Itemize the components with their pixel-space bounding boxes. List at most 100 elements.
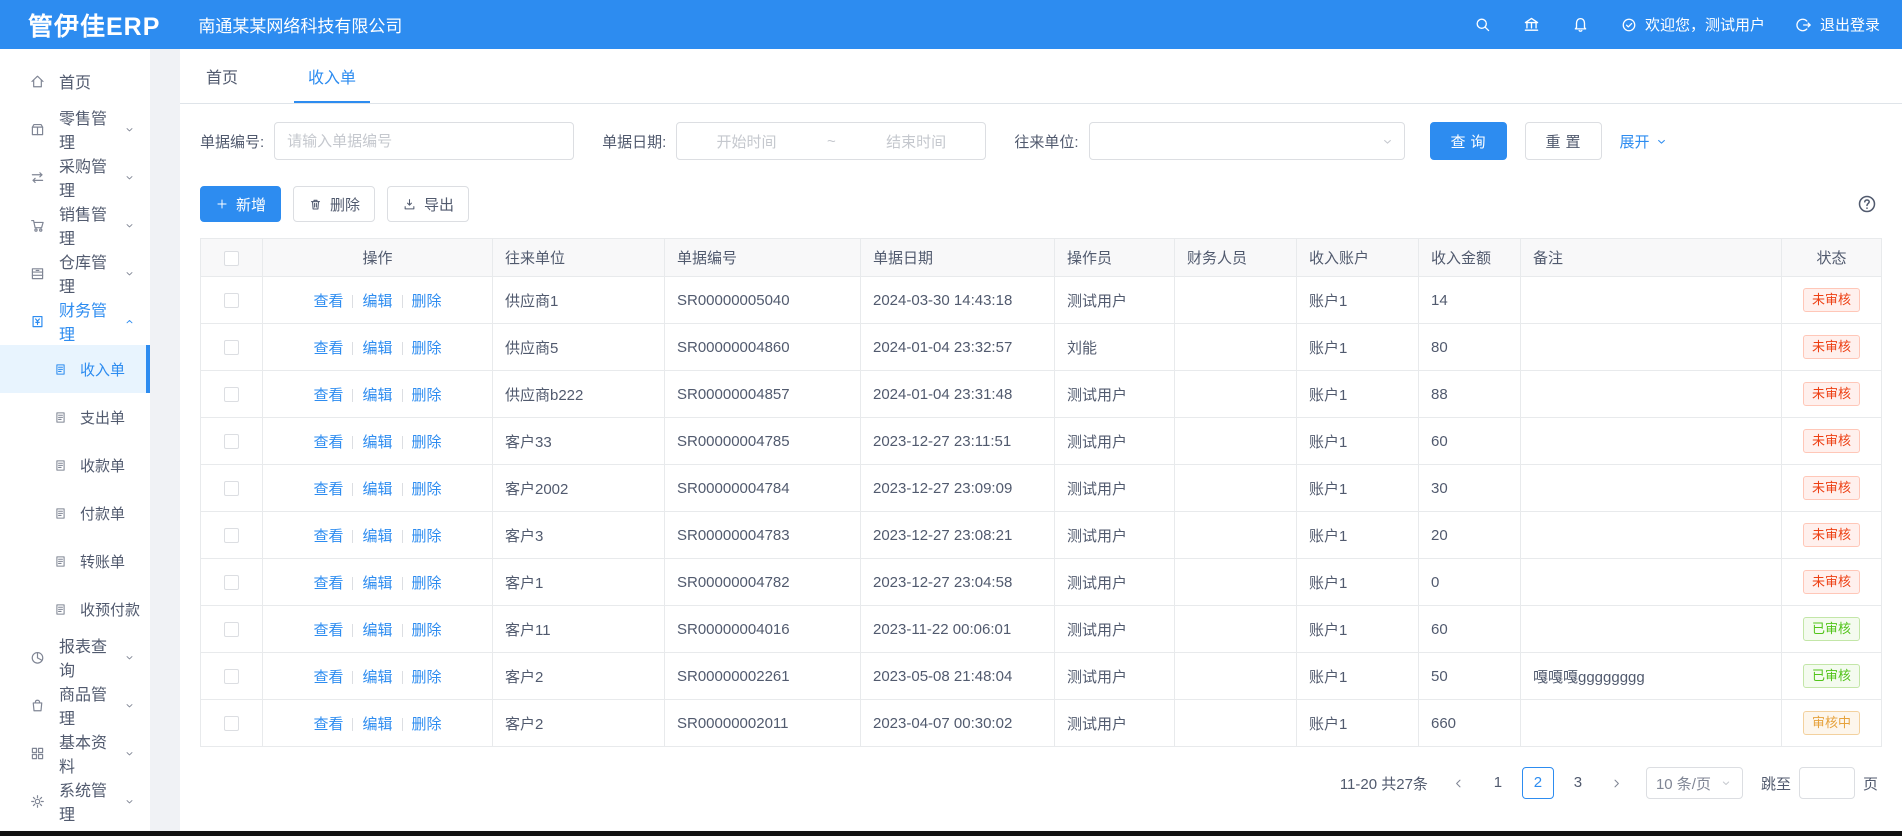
row-checkbox[interactable] — [224, 434, 239, 449]
row-checkbox[interactable] — [224, 528, 239, 543]
search-icon[interactable] — [1473, 15, 1492, 34]
row-action-view[interactable]: 查看 — [313, 669, 343, 686]
sidebar-item-商品管理[interactable]: 商品管理 — [0, 681, 150, 729]
row-action-edit[interactable]: 编辑 — [362, 387, 392, 404]
row-action-view[interactable]: 查看 — [313, 622, 343, 639]
row-checkbox[interactable] — [224, 481, 239, 496]
row-action-view[interactable]: 查看 — [313, 575, 343, 592]
sidebar-subitem-收预付款[interactable]: 收预付款 — [0, 585, 150, 633]
row-action-view[interactable]: 查看 — [313, 434, 343, 451]
retail-icon — [29, 121, 46, 138]
cell-status: 未审核 — [1782, 512, 1882, 559]
row-action-edit[interactable]: 编辑 — [362, 528, 392, 545]
action-separator — [402, 718, 403, 731]
sidebar-item-采购管理[interactable]: 采购管理 — [0, 153, 150, 201]
delete-button[interactable]: 删除 — [293, 186, 375, 222]
row-checkbox[interactable] — [224, 669, 239, 684]
row-checkbox[interactable] — [224, 340, 239, 355]
action-separator — [352, 436, 353, 449]
add-button[interactable]: 新增 — [200, 186, 281, 222]
row-action-delete[interactable]: 删除 — [412, 575, 442, 592]
tab-income-receipt[interactable]: 收入单 — [298, 64, 366, 103]
partner-select[interactable] — [1089, 122, 1405, 160]
sidebar-subitem-付款单[interactable]: 付款单 — [0, 489, 150, 537]
cell-finance_staff — [1175, 700, 1297, 747]
page-button-3[interactable]: 3 — [1562, 767, 1594, 799]
sidebar-subitem-转账单[interactable]: 转账单 — [0, 537, 150, 585]
cell-bill_no: SR00000004016 — [665, 606, 861, 653]
row-action-view[interactable]: 查看 — [313, 716, 343, 733]
row-checkbox[interactable] — [224, 293, 239, 308]
select-all-checkbox[interactable] — [224, 251, 239, 266]
add-label: 新增 — [236, 194, 266, 215]
row-action-delete[interactable]: 删除 — [412, 622, 442, 639]
logout-button[interactable]: 退出登录 — [1795, 14, 1880, 35]
row-action-delete[interactable]: 删除 — [412, 528, 442, 545]
row-action-delete[interactable]: 删除 — [412, 716, 442, 733]
cell-bill_date: 2023-12-27 23:08:21 — [861, 512, 1055, 559]
sidebar-item-基本资料[interactable]: 基本资料 — [0, 729, 150, 777]
row-action-view[interactable]: 查看 — [313, 340, 343, 357]
export-button[interactable]: 导出 — [387, 186, 469, 222]
date-range-picker[interactable]: 开始时间 ~ 结束时间 — [676, 122, 986, 160]
row-action-edit[interactable]: 编辑 — [362, 716, 392, 733]
sidebar-subitem-label: 转账单 — [80, 551, 125, 572]
sidebar-item-label: 首页 — [59, 69, 91, 93]
tab-home[interactable]: 首页 — [196, 64, 248, 103]
action-separator — [352, 483, 353, 496]
sidebar-item-首页[interactable]: 首页 — [0, 57, 150, 105]
prev-page-button[interactable] — [1444, 767, 1474, 799]
row-action-delete[interactable]: 删除 — [412, 340, 442, 357]
sidebar-item-零售管理[interactable]: 零售管理 — [0, 105, 150, 153]
row-action-view[interactable]: 查看 — [313, 293, 343, 310]
row-action-delete[interactable]: 删除 — [412, 481, 442, 498]
page-button-2[interactable]: 2 — [1522, 767, 1554, 799]
sidebar-item-财务管理[interactable]: 财务管理 — [0, 297, 150, 345]
action-separator — [402, 389, 403, 402]
sidebar-item-仓库管理[interactable]: 仓库管理 — [0, 249, 150, 297]
main-area: 首页 收入单 单据编号: 单据日期: 开始时间 ~ 结束时间 — [180, 49, 1902, 831]
row-action-delete[interactable]: 删除 — [412, 387, 442, 404]
row-action-view[interactable]: 查看 — [313, 481, 343, 498]
data-icon — [29, 745, 46, 762]
row-checkbox[interactable] — [224, 716, 239, 731]
bell-icon[interactable] — [1571, 15, 1590, 34]
row-checkbox[interactable] — [224, 622, 239, 637]
row-action-edit[interactable]: 编辑 — [362, 481, 392, 498]
page-button-1[interactable]: 1 — [1482, 767, 1514, 799]
sidebar-item-报表查询[interactable]: 报表查询 — [0, 633, 150, 681]
row-action-delete[interactable]: 删除 — [412, 434, 442, 451]
cell-remark — [1521, 559, 1782, 606]
table-row: 查看编辑删除供应商b222SR000000048572024-01-04 23:… — [201, 371, 1882, 418]
row-action-delete[interactable]: 删除 — [412, 293, 442, 310]
cell-operator: 刘能 — [1055, 324, 1175, 371]
row-checkbox[interactable] — [224, 575, 239, 590]
row-action-delete[interactable]: 删除 — [412, 669, 442, 686]
page-size-select[interactable]: 10 条/页 — [1646, 767, 1743, 799]
row-action-edit[interactable]: 编辑 — [362, 434, 392, 451]
row-checkbox-cell — [201, 277, 263, 324]
next-page-button[interactable] — [1602, 767, 1632, 799]
row-action-edit[interactable]: 编辑 — [362, 340, 392, 357]
row-action-edit[interactable]: 编辑 — [362, 293, 392, 310]
welcome-user[interactable]: 欢迎您，测试用户 — [1620, 14, 1765, 35]
reset-button[interactable]: 重置 — [1525, 122, 1602, 160]
row-checkbox[interactable] — [224, 387, 239, 402]
row-action-edit[interactable]: 编辑 — [362, 622, 392, 639]
help-icon[interactable] — [1856, 193, 1878, 215]
cell-bill_date: 2024-03-30 14:43:18 — [861, 277, 1055, 324]
sidebar-subitem-收款单[interactable]: 收款单 — [0, 441, 150, 489]
sidebar-subitem-支出单[interactable]: 支出单 — [0, 393, 150, 441]
sidebar-item-销售管理[interactable]: 销售管理 — [0, 201, 150, 249]
row-action-edit[interactable]: 编辑 — [362, 575, 392, 592]
jump-page-input[interactable] — [1799, 767, 1855, 799]
bill-no-input[interactable] — [274, 122, 574, 160]
row-action-view[interactable]: 查看 — [313, 387, 343, 404]
sidebar-item-系统管理[interactable]: 系统管理 — [0, 777, 150, 825]
row-action-view[interactable]: 查看 — [313, 528, 343, 545]
bank-icon[interactable] — [1522, 15, 1541, 34]
expand-toggle[interactable]: 展开 — [1620, 131, 1669, 152]
search-button[interactable]: 查询 — [1430, 122, 1507, 160]
sidebar-subitem-收入单[interactable]: 收入单 — [0, 345, 150, 393]
row-action-edit[interactable]: 编辑 — [362, 669, 392, 686]
